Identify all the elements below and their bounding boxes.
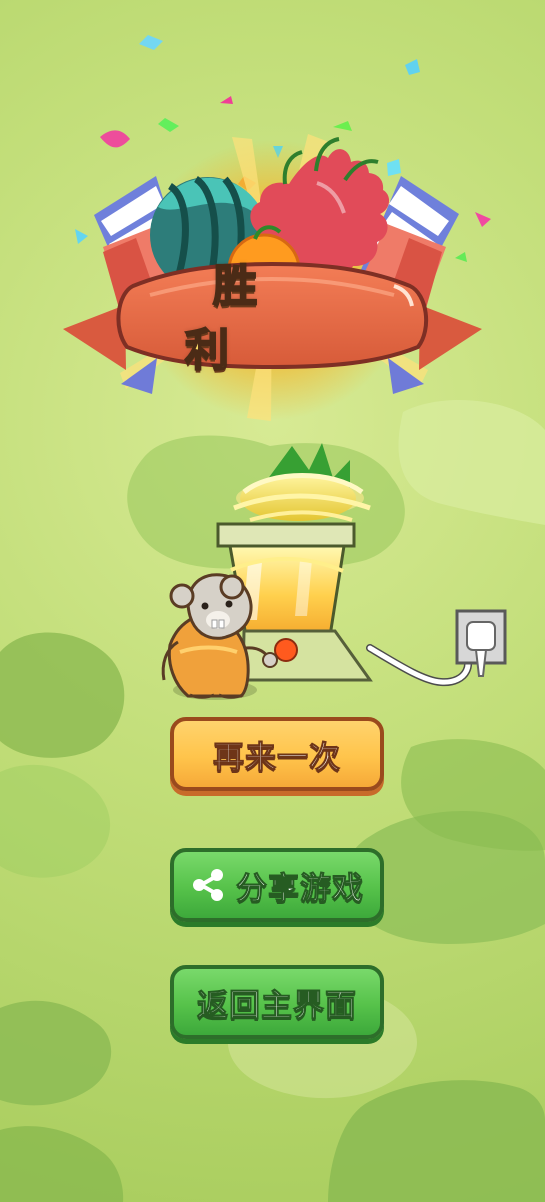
retry-button-label: 再来一次 bbox=[213, 739, 341, 776]
victory-screen: 胜 利 再来一次 分享游戏 返回主界面 bbox=[0, 0, 545, 1202]
return-home-button[interactable]: 返回主界面 bbox=[170, 965, 384, 1039]
retry-button[interactable]: 再来一次 bbox=[170, 717, 384, 791]
victory-title: 胜 利 bbox=[184, 260, 285, 377]
grass-patches bbox=[0, 400, 545, 1202]
share-game-label: 分享游戏 bbox=[236, 870, 364, 907]
share-icon bbox=[193, 869, 223, 901]
share-game-button[interactable]: 分享游戏 bbox=[170, 848, 384, 922]
return-home-label: 返回主界面 bbox=[197, 987, 357, 1024]
